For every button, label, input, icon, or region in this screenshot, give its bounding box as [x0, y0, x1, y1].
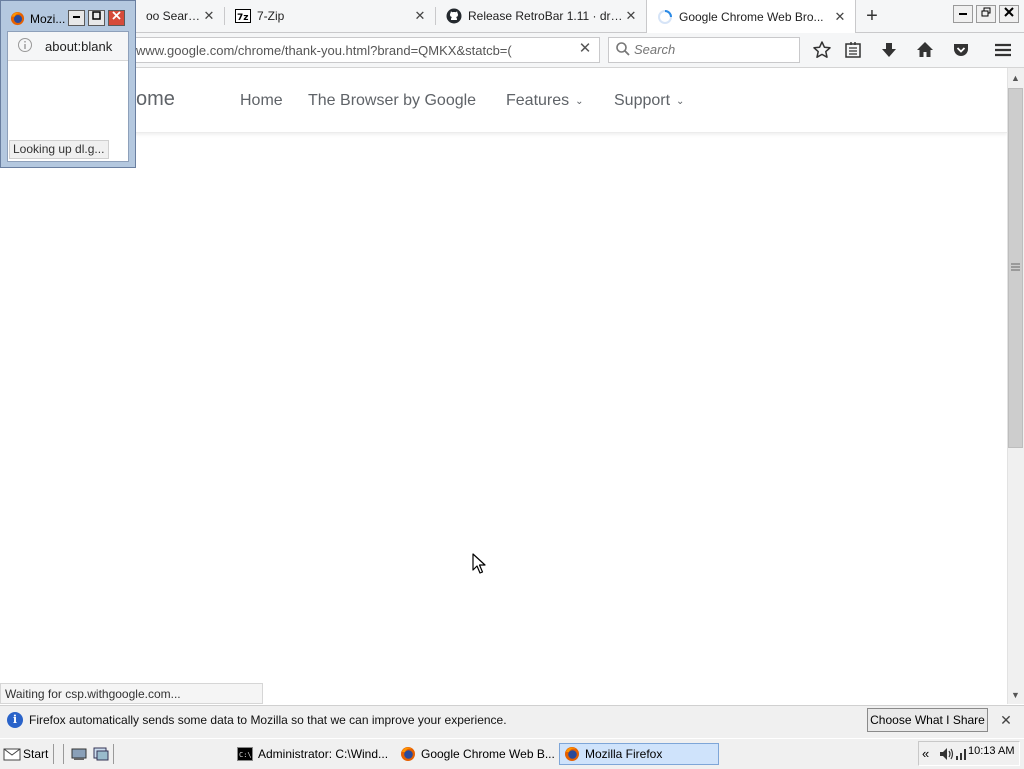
- nav-features[interactable]: Features ⌄: [506, 92, 584, 110]
- svg-text:C:\: C:\: [239, 751, 252, 759]
- firefox-icon: [565, 747, 579, 761]
- site-brand[interactable]: ome: [136, 88, 175, 111]
- status-text: Waiting for csp.withgoogle.com...: [5, 687, 181, 701]
- pocket-icon[interactable]: [951, 40, 971, 60]
- loading-spinner-icon: [658, 9, 672, 24]
- maximize-icon: [92, 11, 101, 20]
- task-command-prompt[interactable]: C:\ Administrator: C:\Wind...: [233, 743, 391, 765]
- chevron-down-icon: ⌄: [676, 96, 685, 107]
- new-tab-button[interactable]: +: [861, 6, 883, 26]
- close-icon[interactable]: ✕: [624, 9, 638, 23]
- info-icon: i: [7, 712, 23, 728]
- show-desktop-icon[interactable]: [71, 746, 87, 762]
- reading-list-icon[interactable]: [843, 40, 863, 60]
- search-icon: [616, 42, 630, 56]
- nav-support-label: Support: [614, 92, 671, 109]
- tab-title: Google Chrome Web Bro...: [679, 9, 824, 24]
- scrollbar-grip-icon: [1011, 263, 1020, 271]
- mini-url-text[interactable]: about:blank: [45, 39, 112, 54]
- tab-google-chrome-active[interactable]: Google Chrome Web Bro... ✕: [646, 0, 856, 33]
- url-text[interactable]: www.google.com/chrome/thank-you.html?bra…: [136, 43, 512, 58]
- start-envelope-icon: [3, 748, 21, 761]
- network-icon[interactable]: [955, 747, 967, 761]
- start-label: Start: [23, 747, 49, 761]
- clock[interactable]: 10:13 AM: [968, 745, 1014, 757]
- notification-message: Firefox automatically sends some data to…: [29, 713, 507, 727]
- mini-status-text: Looking up dl.g...: [9, 140, 109, 159]
- restore-icon: [981, 7, 991, 17]
- close-icon[interactable]: ✕: [413, 9, 427, 23]
- 7zip-icon: 7z: [235, 9, 251, 23]
- nav-browser-label: The Browser by Google: [308, 92, 477, 109]
- github-icon: [446, 8, 462, 24]
- mini-minimize-button[interactable]: [68, 10, 85, 26]
- minimize-icon: [73, 16, 80, 18]
- menu-icon[interactable]: [993, 40, 1013, 60]
- home-icon[interactable]: [915, 40, 935, 60]
- start-button[interactable]: Start: [3, 743, 51, 765]
- scroll-up-arrow-icon[interactable]: ▲: [1008, 71, 1023, 85]
- mini-close-button[interactable]: [108, 10, 125, 26]
- task-label: Google Chrome Web B...: [421, 747, 554, 761]
- task-mozilla-firefox-active[interactable]: Mozilla Firefox: [559, 743, 719, 765]
- minimize-button[interactable]: [953, 5, 973, 23]
- task-google-chrome-web[interactable]: Google Chrome Web B...: [396, 743, 554, 765]
- info-icon[interactable]: [17, 37, 33, 53]
- stop-loading-button[interactable]: ✕: [577, 41, 593, 57]
- nav-browser-by-google[interactable]: The Browser by Google: [308, 92, 476, 110]
- close-icon[interactable]: ✕: [833, 9, 847, 24]
- tab-title: Release RetroBar 1.11 · dre...: [468, 9, 624, 23]
- page-content: [0, 68, 1007, 704]
- taskbar-divider: [113, 744, 114, 764]
- close-icon: [1004, 7, 1014, 17]
- nav-home[interactable]: Home: [240, 92, 283, 110]
- speaker-icon[interactable]: [939, 747, 955, 761]
- close-window-button[interactable]: [999, 5, 1019, 23]
- tab-retrobar-release[interactable]: Release RetroBar 1.11 · dre... ✕: [436, 0, 646, 32]
- tab-yahoo-search[interactable]: oo Searc... ✕: [136, 0, 224, 32]
- close-icon[interactable]: ✕: [998, 712, 1014, 728]
- tab-7zip[interactable]: 7z 7-Zip ✕: [225, 0, 435, 32]
- tab-title: oo Searc...: [146, 9, 202, 23]
- taskbar-divider: [53, 744, 54, 764]
- choose-what-i-share-button[interactable]: Choose What I Share: [867, 708, 988, 732]
- svg-text:7z: 7z: [237, 13, 249, 23]
- taskbar-divider: [63, 744, 64, 764]
- nav-support[interactable]: Support ⌄: [614, 92, 684, 110]
- bookmark-star-icon[interactable]: [812, 40, 832, 60]
- search-input[interactable]: [634, 39, 794, 59]
- minimize-icon: [959, 13, 967, 15]
- mini-maximize-button[interactable]: [88, 10, 105, 26]
- firefox-icon: [10, 11, 25, 26]
- mini-window-title: Mozi...: [30, 12, 66, 26]
- firefox-icon: [401, 747, 415, 761]
- downloads-icon[interactable]: [879, 40, 899, 60]
- task-label: Mozilla Firefox: [585, 747, 663, 761]
- task-label: Administrator: C:\Wind...: [258, 747, 389, 761]
- chevron-down-icon: ⌄: [575, 96, 584, 107]
- switch-windows-icon[interactable]: [93, 746, 109, 762]
- scroll-down-arrow-icon[interactable]: ▼: [1008, 688, 1023, 702]
- close-icon: [112, 11, 121, 20]
- command-prompt-icon: C:\: [237, 747, 253, 761]
- nav-features-label: Features: [506, 92, 570, 109]
- tab-title: 7-Zip: [257, 9, 285, 23]
- restore-button[interactable]: [976, 5, 996, 23]
- tray-expand-icon[interactable]: «: [922, 746, 929, 761]
- nav-home-label: Home: [240, 92, 283, 109]
- close-icon[interactable]: ✕: [202, 9, 216, 23]
- mouse-cursor-icon: [472, 553, 486, 574]
